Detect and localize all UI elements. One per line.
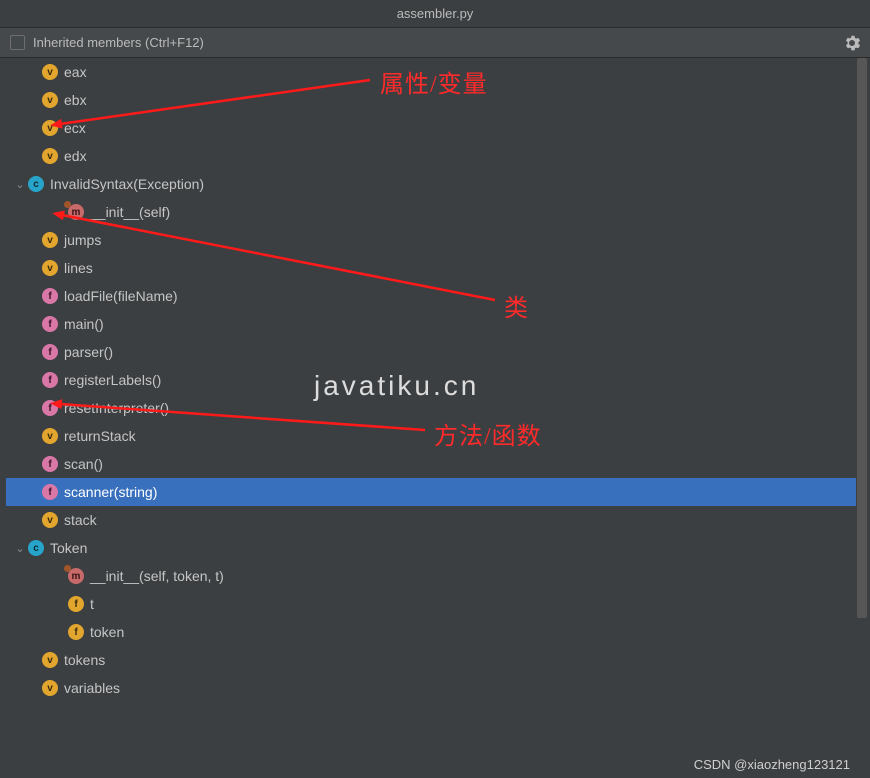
c-icon: c xyxy=(28,540,44,556)
tree-row[interactable]: v variables xyxy=(6,674,856,702)
inherited-checkbox[interactable] xyxy=(10,35,25,50)
v-icon: v xyxy=(42,148,58,164)
tree-row[interactable]: vlines xyxy=(6,254,856,282)
v-icon: v xyxy=(42,260,58,276)
lock-badge-icon xyxy=(64,565,71,572)
chevron-down-icon[interactable]: ⌄ xyxy=(14,542,26,555)
chevron-down-icon[interactable]: ⌄ xyxy=(14,178,26,191)
tree-row-label: eax xyxy=(64,64,87,80)
tree-row-label: edx xyxy=(64,148,87,164)
tree-row-label: registerLabels() xyxy=(64,372,161,388)
tree-row-label: t xyxy=(90,596,94,612)
tree-row-label: __init__(self) xyxy=(90,204,170,220)
tree-row-label: jumps xyxy=(64,232,101,248)
tree-row[interactable]: f loadFile(fileName) xyxy=(6,282,856,310)
m-icon: m xyxy=(68,568,84,584)
tree-row[interactable]: f main() xyxy=(6,310,856,338)
tree-row-label: Token xyxy=(50,540,87,556)
f-icon: f xyxy=(42,344,58,360)
tree: veaxvebxvecxvedx⌄cInvalidSyntax(Exceptio… xyxy=(6,58,856,778)
v-icon: v xyxy=(42,232,58,248)
tree-row-label: parser() xyxy=(64,344,113,360)
v-icon: v xyxy=(42,428,58,444)
tree-row[interactable]: f registerLabels() xyxy=(6,366,856,394)
tree-row-label: scan() xyxy=(64,456,103,472)
tree-row-label: token xyxy=(90,624,124,640)
v-icon: v xyxy=(42,680,58,696)
tree-row-label: ebx xyxy=(64,92,87,108)
tree-row[interactable]: ⌄c InvalidSyntax(Exception) xyxy=(6,170,856,198)
tree-row-label: __init__(self, token, t) xyxy=(90,568,224,584)
gear-icon[interactable] xyxy=(844,35,860,51)
tree-row[interactable]: m __init__(self, token, t) xyxy=(6,562,856,590)
v-icon: v xyxy=(42,120,58,136)
tree-row[interactable]: f parser() xyxy=(6,338,856,366)
tree-row[interactable]: ⌄c Token xyxy=(6,534,856,562)
tree-row[interactable]: v returnStack xyxy=(6,422,856,450)
v-icon: v xyxy=(42,512,58,528)
tree-row[interactable]: veax xyxy=(6,58,856,86)
v-icon: v xyxy=(42,92,58,108)
tree-row[interactable]: vedx xyxy=(6,142,856,170)
v-icon: v xyxy=(42,64,58,80)
tree-row[interactable]: f scanner(string) xyxy=(6,478,856,506)
v-icon: v xyxy=(42,652,58,668)
tree-row[interactable]: f scan() xyxy=(6,450,856,478)
tree-row-label: resetInterpreter() xyxy=(64,400,169,416)
structure-content: veaxvebxvecxvedx⌄cInvalidSyntax(Exceptio… xyxy=(0,58,870,778)
tree-row[interactable]: vjumps xyxy=(6,226,856,254)
f-icon: f xyxy=(42,400,58,416)
tree-row-label: stack xyxy=(64,512,97,528)
structure-header: Inherited members (Ctrl+F12) xyxy=(0,28,870,58)
c-icon: c xyxy=(28,176,44,192)
tree-row[interactable]: m __init__(self) xyxy=(6,198,856,226)
inherited-label: Inherited members (Ctrl+F12) xyxy=(33,35,844,50)
tree-row-label: ecx xyxy=(64,120,86,136)
fy-icon: f xyxy=(68,624,84,640)
f-icon: f xyxy=(42,372,58,388)
scrollbar-thumb[interactable] xyxy=(857,58,867,618)
tree-row-label: lines xyxy=(64,260,93,276)
tree-row[interactable]: ftoken xyxy=(6,618,856,646)
f-icon: f xyxy=(42,316,58,332)
tree-row[interactable]: vstack xyxy=(6,506,856,534)
f-icon: f xyxy=(42,484,58,500)
tree-row[interactable]: vecx xyxy=(6,114,856,142)
title-bar: assembler.py xyxy=(0,0,870,28)
tree-row-label: tokens xyxy=(64,652,105,668)
m-icon: m xyxy=(68,204,84,220)
tree-row[interactable]: vebx xyxy=(6,86,856,114)
tree-row[interactable]: ft xyxy=(6,590,856,618)
tree-row-label: main() xyxy=(64,316,104,332)
tree-row-label: loadFile(fileName) xyxy=(64,288,178,304)
tree-row-label: returnStack xyxy=(64,428,136,444)
tree-row-label: InvalidSyntax(Exception) xyxy=(50,176,204,192)
fy-icon: f xyxy=(68,596,84,612)
tree-row-label: variables xyxy=(64,680,120,696)
f-icon: f xyxy=(42,288,58,304)
file-title: assembler.py xyxy=(397,6,474,21)
f-icon: f xyxy=(42,456,58,472)
scrollbar[interactable] xyxy=(856,58,868,778)
tree-row[interactable]: vtokens xyxy=(6,646,856,674)
tree-row[interactable]: f resetInterpreter() xyxy=(6,394,856,422)
lock-badge-icon xyxy=(64,201,71,208)
tree-row-label: scanner(string) xyxy=(64,484,157,500)
